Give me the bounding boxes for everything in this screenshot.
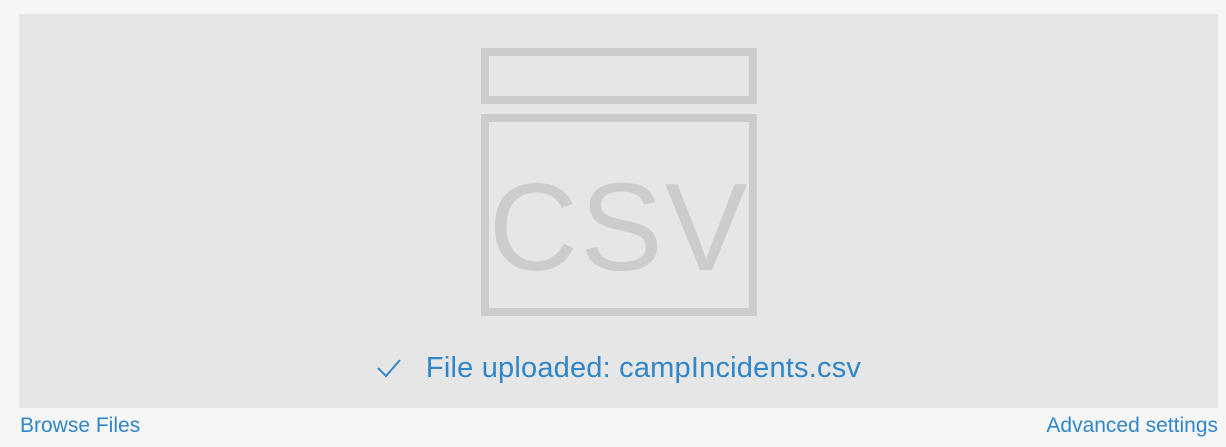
csv-icon-label: CSV [489,159,750,297]
csv-file-icon: CSV [481,48,757,316]
upload-status: File uploaded: campIncidents.csv [19,348,1218,388]
file-dropzone[interactable]: CSV File uploaded: campIncidents.csv [19,14,1218,408]
checkmark-icon [377,359,401,378]
browse-files-link[interactable]: Browse Files [20,414,140,438]
advanced-settings-link[interactable]: Advanced settings [1046,414,1218,438]
upload-status-text: File uploaded: campIncidents.csv [425,351,862,384]
csv-upload-panel: CSV File uploaded: campIncidents.csv Bro… [0,0,1226,447]
